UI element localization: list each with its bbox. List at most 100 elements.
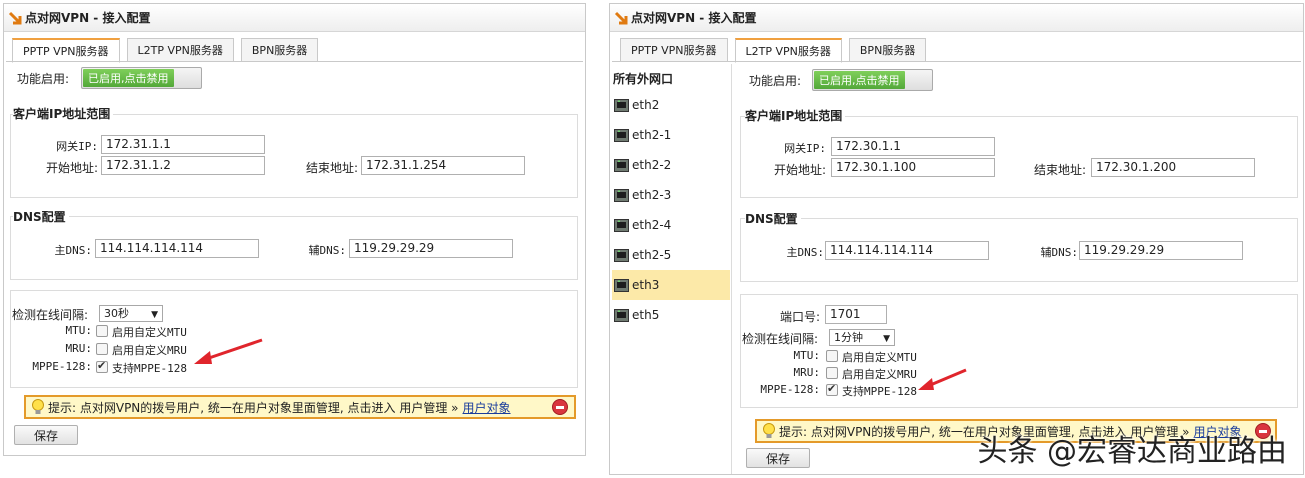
lightbulb-icon (763, 423, 775, 438)
interface-name: eth2-2 (632, 158, 672, 172)
options-section (10, 290, 578, 388)
port-input[interactable]: 1701 (825, 305, 887, 324)
interface-name: eth3 (632, 278, 660, 292)
end-address-input[interactable]: 172.30.1.200 (1091, 158, 1255, 177)
start-address-input[interactable]: 172.31.1.2 (101, 156, 265, 175)
start-address-input[interactable]: 172.30.1.100 (831, 158, 995, 177)
mru-checkbox[interactable] (96, 343, 108, 355)
gateway-ip-input[interactable]: 172.31.1.1 (101, 135, 265, 154)
mru-label: MRU: (65, 342, 93, 355)
interface-list-title: 所有外网口 (613, 72, 674, 86)
options-section (740, 294, 1298, 408)
chevron-down-icon: ▼ (883, 334, 890, 344)
panel-title: 点对网VPN - 接入配置 (631, 11, 757, 25)
network-port-icon (614, 158, 629, 172)
mppe-checkbox-text: 支持MPPE-128 (112, 362, 187, 375)
interval-select[interactable]: 30秒 ▼ (99, 305, 163, 322)
gateway-label: 网关IP: (784, 142, 826, 155)
secondary-dns-input[interactable]: 119.29.29.29 (1079, 241, 1243, 260)
arrow-corner-icon (614, 11, 628, 24)
interface-item[interactable]: eth2 (612, 90, 730, 120)
mppe-checkbox[interactable] (96, 359, 108, 373)
interface-name: eth2 (632, 98, 660, 112)
interface-name: eth2-4 (632, 218, 672, 232)
enable-label: 功能启用: (17, 72, 70, 86)
network-port-icon (614, 308, 629, 322)
panel-title: 点对网VPN - 接入配置 (25, 11, 151, 25)
enable-toggle-text: 已启用,点击禁用 (814, 71, 905, 89)
mppe-label: MPPE-128: (32, 360, 92, 373)
l2tp-config-panel: 点对网VPN - 接入配置 PPTP VPN服务器 L2TP VPN服务器 BP… (609, 3, 1304, 475)
port-label: 端口号: (779, 310, 820, 324)
panel-titlebar: 点对网VPN - 接入配置 (4, 4, 585, 32)
client-range-section (740, 116, 1298, 198)
dns-title: DNS配置 (745, 210, 801, 227)
tab-underline (6, 61, 583, 62)
network-port-icon (614, 218, 629, 232)
start-address-label: 开始地址: (45, 161, 98, 175)
interval-select-value: 1分钟 (834, 331, 863, 344)
interval-label: 检测在线间隔: (742, 332, 819, 346)
tab-l2tp[interactable]: L2TP VPN服务器 (126, 38, 234, 62)
user-object-link[interactable]: 用户对象 (463, 399, 511, 416)
end-address-input[interactable]: 172.31.1.254 (361, 156, 525, 175)
enable-toggle[interactable]: 已启用,点击禁用 (812, 69, 933, 91)
chevron-down-icon: ▼ (151, 310, 158, 320)
mtu-checkbox-text: 启用自定义MTU (842, 351, 917, 364)
interface-item[interactable]: eth2-5 (612, 240, 730, 270)
gateway-ip-input[interactable]: 172.30.1.1 (831, 137, 995, 156)
end-address-label: 结束地址: (1033, 163, 1086, 177)
server-tabs: PPTP VPN服务器 L2TP VPN服务器 BPN服务器 (12, 38, 325, 63)
gateway-label: 网关IP: (56, 140, 98, 153)
network-port-icon (614, 248, 629, 262)
close-icon[interactable] (552, 399, 568, 415)
mtu-label: MTU: (65, 324, 93, 337)
save-button[interactable]: 保存 (14, 425, 78, 445)
tab-bpn[interactable]: BPN服务器 (848, 38, 927, 62)
mtu-checkbox[interactable] (96, 325, 108, 337)
mtu-label: MTU: (793, 349, 821, 362)
server-tabs: PPTP VPN服务器 L2TP VPN服务器 BPN服务器 (620, 38, 933, 63)
interface-item[interactable]: eth2-4 (612, 210, 730, 240)
arrow-corner-icon (8, 11, 22, 24)
interface-name: eth5 (632, 308, 660, 322)
panel-titlebar: 点对网VPN - 接入配置 (610, 4, 1303, 32)
interface-item[interactable]: eth5 (612, 300, 730, 330)
mppe-label: MPPE-128: (760, 383, 820, 396)
interface-list: 所有外网口 eth2 eth2-1 eth2-2 eth2-3 eth2-4 e… (612, 64, 732, 474)
dns-title: DNS配置 (13, 208, 69, 225)
tab-bpn[interactable]: BPN服务器 (240, 38, 319, 62)
mtu-checkbox[interactable] (826, 350, 838, 362)
enable-toggle-text: 已启用,点击禁用 (83, 69, 174, 87)
mru-checkbox-text: 启用自定义MRU (112, 344, 187, 357)
red-arrow-icon (918, 368, 967, 390)
primary-dns-input[interactable]: 114.114.114.114 (95, 239, 259, 258)
interval-select[interactable]: 1分钟 ▼ (829, 329, 895, 346)
tab-pptp[interactable]: PPTP VPN服务器 (12, 38, 120, 63)
interface-item[interactable]: eth2-3 (612, 180, 730, 210)
enable-toggle[interactable]: 已启用,点击禁用 (81, 67, 202, 89)
interface-name: eth2-5 (632, 248, 672, 262)
client-range-title: 客户端IP地址范围 (745, 107, 846, 124)
interface-item[interactable]: eth2-2 (612, 150, 730, 180)
interface-item[interactable]: eth2-1 (612, 120, 730, 150)
tab-pptp[interactable]: PPTP VPN服务器 (620, 38, 728, 62)
interface-name: eth2-3 (632, 188, 672, 202)
end-address-label: 结束地址: (305, 161, 358, 175)
mru-checkbox[interactable] (826, 367, 838, 379)
mppe-checkbox[interactable] (826, 382, 838, 396)
save-button[interactable]: 保存 (746, 448, 810, 468)
primary-dns-label: 主DNS: (786, 246, 825, 259)
network-port-icon (614, 98, 629, 112)
interface-name: eth2-1 (632, 128, 672, 142)
start-address-label: 开始地址: (773, 163, 826, 177)
watermark-text: 头条 @宏睿达商业路由 (977, 434, 1287, 469)
tab-l2tp[interactable]: L2TP VPN服务器 (734, 38, 842, 63)
network-port-icon (614, 188, 629, 202)
secondary-dns-input[interactable]: 119.29.29.29 (349, 239, 513, 258)
primary-dns-input[interactable]: 114.114.114.114 (825, 241, 989, 260)
lightbulb-icon (32, 399, 44, 414)
interface-item-selected[interactable]: eth3 (612, 270, 730, 300)
mtu-checkbox-text: 启用自定义MTU (112, 326, 187, 339)
interval-label: 检测在线间隔: (12, 308, 89, 322)
